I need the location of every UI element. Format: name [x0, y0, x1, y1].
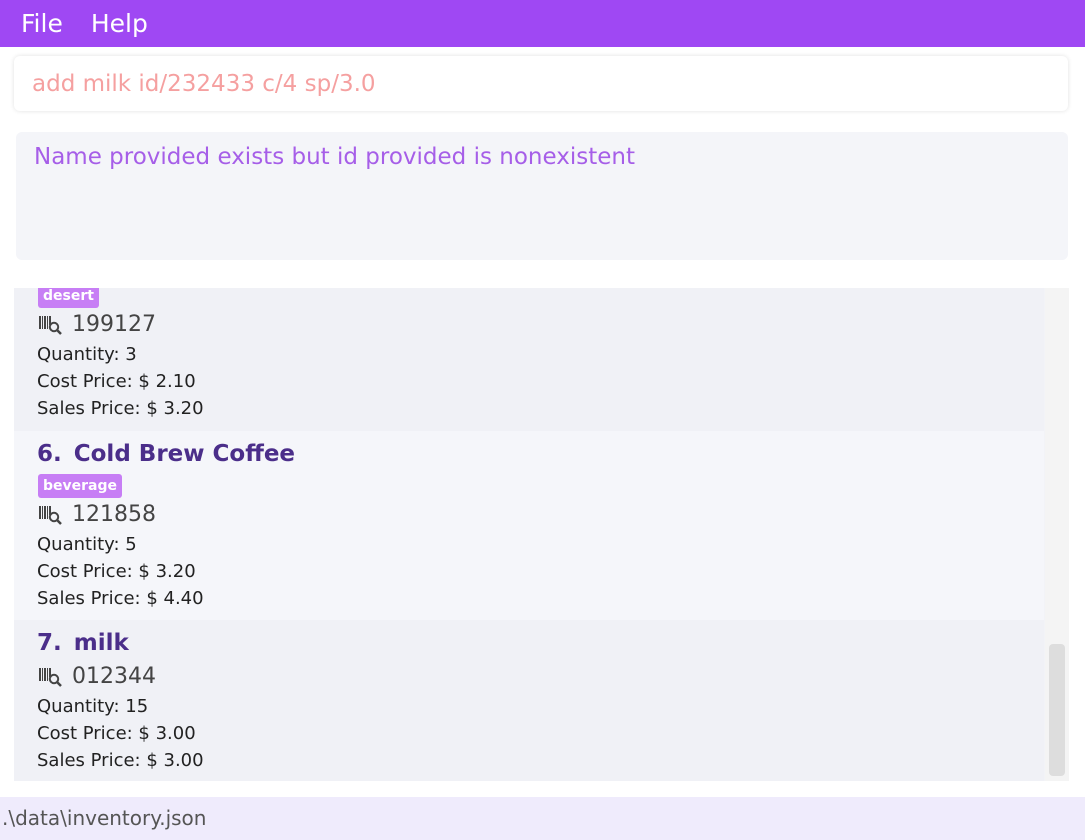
- list-item[interactable]: 6. Cold Brew Coffee beverage 121858 Quant…: [14, 431, 1044, 620]
- result-message: Name provided exists but id provided is …: [34, 144, 635, 170]
- quantity-field: Quantity: 3: [37, 344, 137, 365]
- barcode-row: 199127: [38, 312, 156, 337]
- barcode-row: 012344: [38, 664, 156, 689]
- sales-price-field: Sales Price: $ 3.20: [37, 398, 204, 419]
- barcode-number: 199127: [72, 312, 156, 337]
- list-item[interactable]: 7. milk 012344 Quantity: 15 Cost Price: $…: [14, 620, 1044, 781]
- cost-price-field: Cost Price: $ 2.10: [37, 371, 196, 392]
- item-index: 7.: [37, 630, 62, 656]
- list-item[interactable]: desert 199127 Quantity: 3 Cost Price: $ …: [14, 288, 1044, 431]
- barcode-number: 012344: [72, 664, 156, 689]
- tag-badge: beverage: [38, 474, 123, 498]
- barcode-search-icon: [39, 667, 62, 687]
- cost-price-field: Cost Price: $ 3.00: [37, 723, 196, 744]
- result-display: Name provided exists but id provided is …: [16, 132, 1068, 260]
- item-name: Cold Brew Coffee: [73, 441, 296, 467]
- inventory-list[interactable]: desert 199127 Quantity: 3 Cost Price: $ …: [14, 288, 1069, 781]
- item-title: 7. milk: [37, 630, 129, 656]
- status-bar: .\data\inventory.json: [0, 797, 1085, 840]
- barcode-number: 121858: [72, 502, 156, 527]
- cost-price-field: Cost Price: $ 3.20: [37, 561, 196, 582]
- storage-path: .\data\inventory.json: [2, 806, 207, 830]
- tag-badge: desert: [38, 288, 99, 308]
- menu-file[interactable]: File: [21, 0, 63, 47]
- barcode-row: 121858: [38, 502, 156, 527]
- barcode-search-icon: [39, 505, 62, 525]
- command-input[interactable]: [32, 56, 1052, 111]
- command-box: [14, 56, 1068, 111]
- item-name: milk: [73, 630, 129, 656]
- scrollbar-thumb[interactable]: [1049, 644, 1065, 776]
- sales-price-field: Sales Price: $ 4.40: [37, 588, 204, 609]
- menu-help[interactable]: Help: [91, 0, 148, 47]
- quantity-field: Quantity: 15: [37, 696, 149, 717]
- item-title: 6. Cold Brew Coffee: [37, 441, 295, 467]
- quantity-field: Quantity: 5: [37, 534, 137, 555]
- barcode-search-icon: [39, 315, 62, 335]
- menu-bar: File Help: [0, 0, 1085, 47]
- item-index: 6.: [37, 441, 62, 467]
- sales-price-field: Sales Price: $ 3.00: [37, 750, 204, 771]
